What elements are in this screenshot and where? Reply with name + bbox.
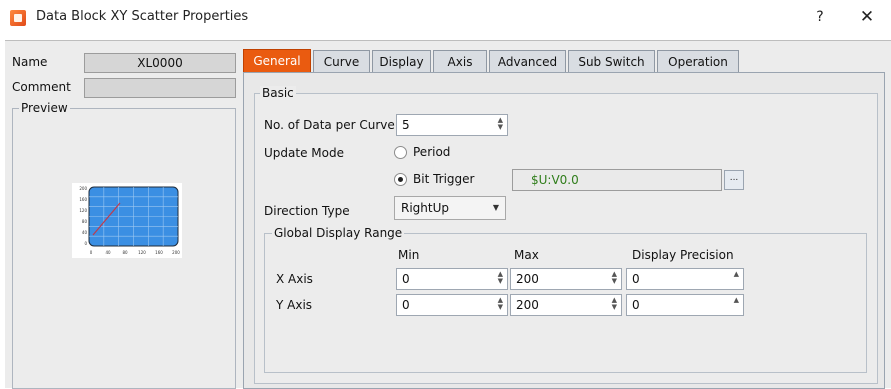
x-axis-min-value: 0 xyxy=(402,272,410,286)
y-axis-label: Y Axis xyxy=(276,298,313,312)
tab-curve[interactable]: Curve xyxy=(313,50,370,73)
preview-x-tick: 200 xyxy=(172,250,180,255)
y-axis-precision-spinbox[interactable]: 0 ▲ xyxy=(626,294,744,316)
spinner-arrows-icon[interactable]: ▲ ▼ xyxy=(498,297,503,311)
bit-trigger-address-field[interactable]: $U:V0.0 xyxy=(512,169,722,191)
global-display-range-label: Global Display Range xyxy=(272,226,405,240)
preview-x-tick: 160 xyxy=(155,250,163,255)
help-button[interactable]: ? xyxy=(808,6,832,28)
preview-x-tick: 80 xyxy=(122,250,128,255)
basic-group-label: Basic xyxy=(260,86,296,100)
x-axis-max-spinbox[interactable]: 200 ▲ ▼ xyxy=(510,268,622,290)
y-axis-max-spinbox[interactable]: 200 ▲ ▼ xyxy=(510,294,622,316)
preview-y-tick: 80 xyxy=(82,219,88,224)
name-label: Name xyxy=(12,55,48,69)
x-axis-precision-value: 0 xyxy=(632,272,640,286)
preview-x-tick: 40 xyxy=(105,250,111,255)
close-button[interactable]: ✕ xyxy=(852,6,882,28)
comment-label: Comment xyxy=(12,80,71,94)
preview-y-tick: 40 xyxy=(82,230,88,235)
max-column-header: Max xyxy=(514,248,539,262)
x-axis-max-value: 200 xyxy=(516,272,539,286)
y-axis-precision-value: 0 xyxy=(632,298,640,312)
preview-label: Preview xyxy=(19,101,70,115)
data-per-curve-spinbox[interactable]: 5 ▲ ▼ xyxy=(396,114,508,136)
y-axis-min-spinbox[interactable]: 0 ▲ ▼ xyxy=(396,294,508,316)
address-browse-button[interactable]: ... xyxy=(724,170,744,190)
preview-y-tick: 160 xyxy=(79,197,87,202)
update-mode-label: Update Mode xyxy=(264,146,344,160)
spinner-up-icon[interactable]: ▲ xyxy=(734,271,739,278)
direction-type-label: Direction Type xyxy=(264,204,350,218)
display-precision-column-header: Display Precision xyxy=(632,248,734,262)
spinner-arrows-icon[interactable]: ▲ ▼ xyxy=(612,297,617,311)
data-per-curve-label: No. of Data per Curve xyxy=(264,118,395,132)
name-field: XL0000 xyxy=(84,53,236,73)
bit-trigger-radio[interactable] xyxy=(394,173,407,186)
tab-operation[interactable]: Operation xyxy=(657,50,739,73)
direction-type-dropdown[interactable]: RightUp ▼ xyxy=(394,196,506,220)
period-radio-label: Period xyxy=(413,145,451,159)
bit-trigger-address-value: $U:V0.0 xyxy=(531,173,579,187)
app-icon xyxy=(10,10,26,26)
preview-y-tick: 200 xyxy=(79,186,87,191)
bit-trigger-radio-label: Bit Trigger xyxy=(413,172,475,186)
window-title: Data Block XY Scatter Properties xyxy=(36,9,249,24)
x-axis-precision-spinbox[interactable]: 0 ▲ xyxy=(626,268,744,290)
y-axis-max-value: 200 xyxy=(516,298,539,312)
preview-y-tick: 120 xyxy=(79,208,87,213)
spinner-arrows-icon[interactable]: ▲ ▼ xyxy=(498,117,503,131)
tab-display[interactable]: Display xyxy=(372,50,431,73)
spinner-up-icon[interactable]: ▲ xyxy=(734,297,739,304)
direction-type-value: RightUp xyxy=(401,201,449,215)
y-axis-min-value: 0 xyxy=(402,298,410,312)
tab-sub-switch[interactable]: Sub Switch xyxy=(568,50,655,73)
tab-general[interactable]: General xyxy=(243,49,311,73)
comment-field[interactable] xyxy=(84,78,236,98)
x-axis-min-spinbox[interactable]: 0 ▲ ▼ xyxy=(396,268,508,290)
data-per-curve-value: 5 xyxy=(402,118,410,132)
period-radio[interactable] xyxy=(394,146,407,159)
tab-axis[interactable]: Axis xyxy=(433,50,487,73)
x-axis-label: X Axis xyxy=(276,272,313,286)
spinner-arrows-icon[interactable]: ▲ ▼ xyxy=(498,271,503,285)
tab-advanced[interactable]: Advanced xyxy=(489,50,566,73)
preview-x-tick: 120 xyxy=(138,250,146,255)
min-column-header: Min xyxy=(398,248,420,262)
preview-x-tick: 0 xyxy=(90,250,93,255)
chevron-down-icon: ▼ xyxy=(492,203,499,212)
preview-chart: 20016012080400 0 40 80 120 160 200 xyxy=(72,183,182,258)
spinner-arrows-icon[interactable]: ▲ ▼ xyxy=(612,271,617,285)
